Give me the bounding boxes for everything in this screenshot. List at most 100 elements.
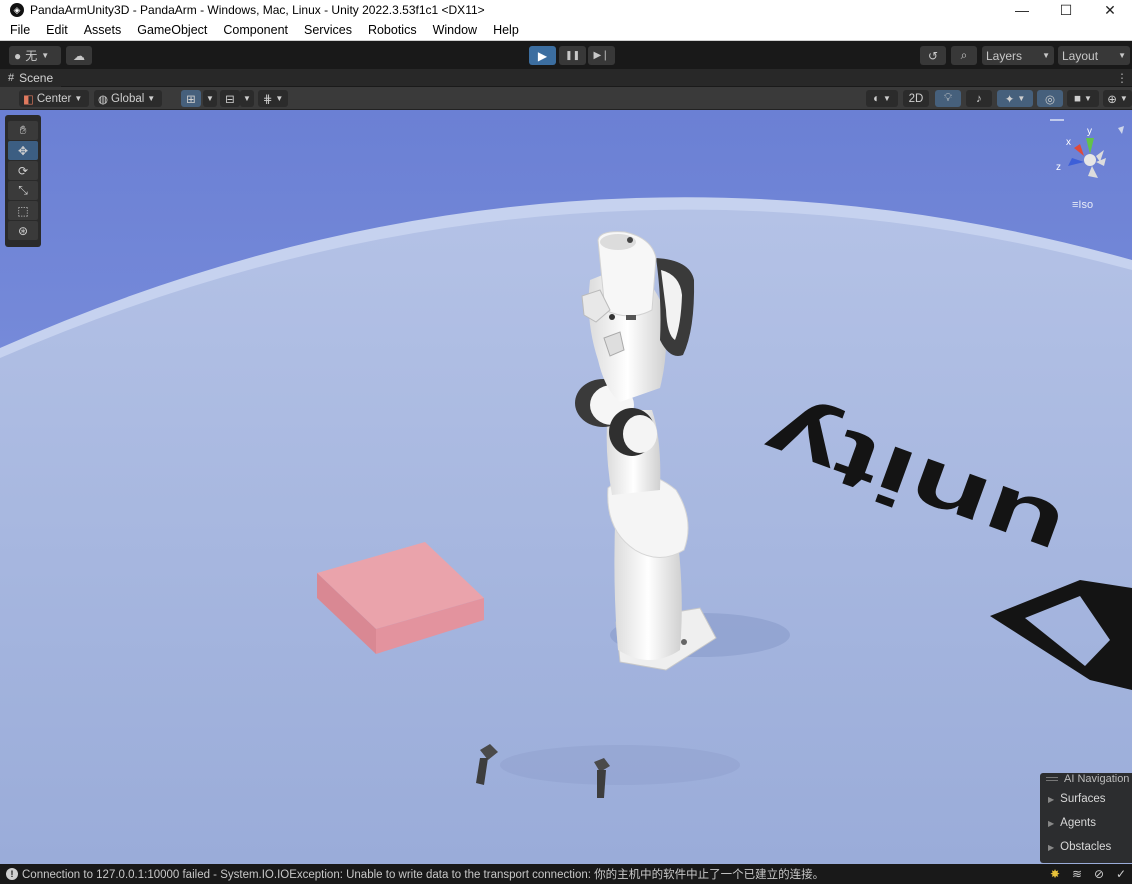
main-toolbar: ● 无 ▼ ☁ ▶ ❚❚ ▶❘ ↺ ⌕ Layers ▼ Layout ▼ [0, 42, 1132, 69]
check-icon[interactable]: ✓ [1110, 867, 1132, 881]
chevron-down-icon: ▼ [1084, 94, 1092, 103]
layout-dropdown[interactable]: Layout ▼ [1058, 46, 1130, 65]
chevron-right-icon: ▶ [1048, 842, 1055, 852]
undo-history-button[interactable]: ↺ [920, 46, 946, 65]
ai-navigation-title[interactable]: AI Navigation [1040, 773, 1132, 787]
scene-render: unity [0, 110, 1132, 864]
menu-robotics[interactable]: Robotics [358, 23, 423, 37]
menu-assets[interactable]: Assets [74, 23, 128, 37]
increment-snap-icon: ⊟ [225, 93, 235, 106]
snap-grid-button[interactable]: ⊞ [181, 90, 201, 107]
account-label: 无 [25, 49, 38, 63]
hand-icon: ✋︎ [19, 123, 27, 137]
grid-visibility-dropdown[interactable]: ⋕ ▼ [258, 90, 288, 107]
chevron-right-icon: ▶ [1048, 794, 1055, 804]
chevron-down-icon: ▼ [275, 94, 284, 103]
status-bar: ! Connection to 127.0.0.1:10000 failed -… [0, 864, 1132, 884]
tab-scene[interactable]: # Scene [0, 69, 62, 87]
space-dropdown[interactable]: ◍ Global ▼ [94, 90, 162, 107]
menu-window[interactable]: Window [423, 23, 483, 37]
menu-gameobject[interactable]: GameObject [127, 23, 213, 37]
bug-icon[interactable]: ✸ [1044, 867, 1066, 881]
account-icon: ● [14, 48, 22, 63]
maximize-button[interactable]: ☐ [1044, 0, 1088, 20]
cloud-button[interactable]: ☁ [66, 46, 92, 65]
no-cache-icon[interactable]: ⊘ [1088, 867, 1110, 881]
pivot-dropdown[interactable]: ◧ Center ▼ [19, 90, 89, 107]
minimize-button[interactable]: — [1000, 0, 1044, 20]
rotate-tool[interactable]: ⟳ [8, 161, 38, 180]
lighting-toggle[interactable]: 💡︎ [935, 90, 961, 107]
shading-mode-dropdown[interactable]: ◐ ▼ [866, 90, 898, 107]
scene-visibility-toggle[interactable]: ◎ [1037, 90, 1063, 107]
grid-icon: # [8, 72, 15, 84]
effects-dropdown[interactable]: ✦ ▼ [997, 90, 1033, 107]
menu-services[interactable]: Services [294, 23, 358, 37]
audio-toggle[interactable]: ♪ [966, 90, 992, 107]
error-icon: ! [6, 868, 18, 880]
move-icon: ✥ [17, 143, 29, 158]
scene-tab-bar: # Scene ⋮ [0, 69, 1132, 87]
gizmo-graphic: y x z [1050, 119, 1124, 178]
rect-tool[interactable]: ⬚ [8, 201, 38, 220]
space-label: Global [111, 92, 145, 105]
scale-tool[interactable]: ⤡ [8, 181, 38, 200]
chevron-down-icon: ▼ [74, 94, 83, 103]
rotate-icon: ⟳ [17, 163, 29, 178]
chevron-down-icon: ▼ [883, 94, 891, 103]
database-icon[interactable]: ≋ [1066, 867, 1088, 881]
ai-nav-item-surfaces[interactable]: ▶ Surfaces [1040, 787, 1132, 811]
hand-tool[interactable]: ✋︎ [8, 121, 38, 140]
grid-snap-icon: ⊞ [186, 93, 196, 106]
menu-edit[interactable]: Edit [36, 23, 74, 37]
scene-viewport[interactable]: unity [0, 110, 1132, 864]
search-button[interactable]: ⌕ [951, 46, 977, 65]
chevron-down-icon: ▼ [206, 94, 214, 103]
account-dropdown[interactable]: ● 无 ▼ [9, 46, 61, 65]
snap-grid-dropdown[interactable]: ▼ [203, 90, 217, 107]
audio-icon: ♪ [976, 92, 982, 105]
tab-menu-icon[interactable]: ⋮ [1116, 71, 1128, 85]
increment-snap-button[interactable]: ⊟ [220, 90, 240, 107]
gizmos-dropdown[interactable]: ⊕ ▼ [1103, 90, 1132, 107]
layers-dropdown[interactable]: Layers ▼ [982, 46, 1054, 65]
camera-icon: ■ [1074, 92, 1082, 105]
ai-nav-item-label: Obstacles [1060, 841, 1112, 853]
increment-snap-dropdown[interactable]: ▼ [240, 90, 254, 107]
mode-2d-button[interactable]: 2D [903, 90, 929, 107]
menu-help[interactable]: Help [483, 23, 525, 37]
projection-toggle[interactable]: ≡Iso [1072, 199, 1093, 211]
transform-tool[interactable]: ⊛ [8, 221, 38, 240]
ai-nav-item-obstacles[interactable]: ▶ Obstacles [1040, 835, 1132, 859]
iso-label: Iso [1078, 199, 1094, 211]
light-bulb-icon: 💡︎ [943, 92, 953, 104]
camera-dropdown[interactable]: ■ ▼ [1067, 90, 1099, 107]
gizmo-x-label: x [1066, 137, 1071, 148]
close-button[interactable]: ✕ [1088, 0, 1132, 20]
cloud-icon: ☁ [73, 48, 85, 63]
rect-icon: ⬚ [17, 203, 29, 218]
mode-2d-label: 2D [908, 92, 924, 105]
console-message[interactable]: Connection to 127.0.0.1:10000 failed - S… [22, 866, 1044, 882]
menu-file[interactable]: File [0, 23, 36, 37]
tool-shadow [500, 745, 740, 785]
pause-button[interactable]: ❚❚ [559, 46, 586, 65]
chevron-down-icon: ▼ [1119, 94, 1128, 103]
chevron-down-icon: ▼ [243, 94, 251, 103]
ai-nav-item-agents[interactable]: ▶ Agents [1040, 811, 1132, 835]
gizmos-icon: ⊕ [1107, 93, 1117, 106]
gizmo-y-label: y [1087, 126, 1092, 137]
chevron-down-icon: ▼ [1042, 51, 1050, 60]
play-icon: ▶ [537, 48, 548, 63]
unity-icon: ◈ [10, 3, 24, 17]
gizmo-z-label: z [1056, 162, 1061, 173]
step-button[interactable]: ▶❘ [588, 46, 615, 65]
menu-component[interactable]: Component [213, 23, 294, 37]
effects-icon: ✦ [1004, 93, 1015, 106]
pivot-label: Center [36, 92, 72, 105]
play-button[interactable]: ▶ [529, 46, 556, 65]
tab-scene-label: Scene [19, 71, 54, 85]
ai-nav-item-label: Agents [1060, 817, 1096, 829]
move-tool[interactable]: ✥ [8, 141, 38, 160]
layout-label: Layout [1062, 48, 1099, 63]
